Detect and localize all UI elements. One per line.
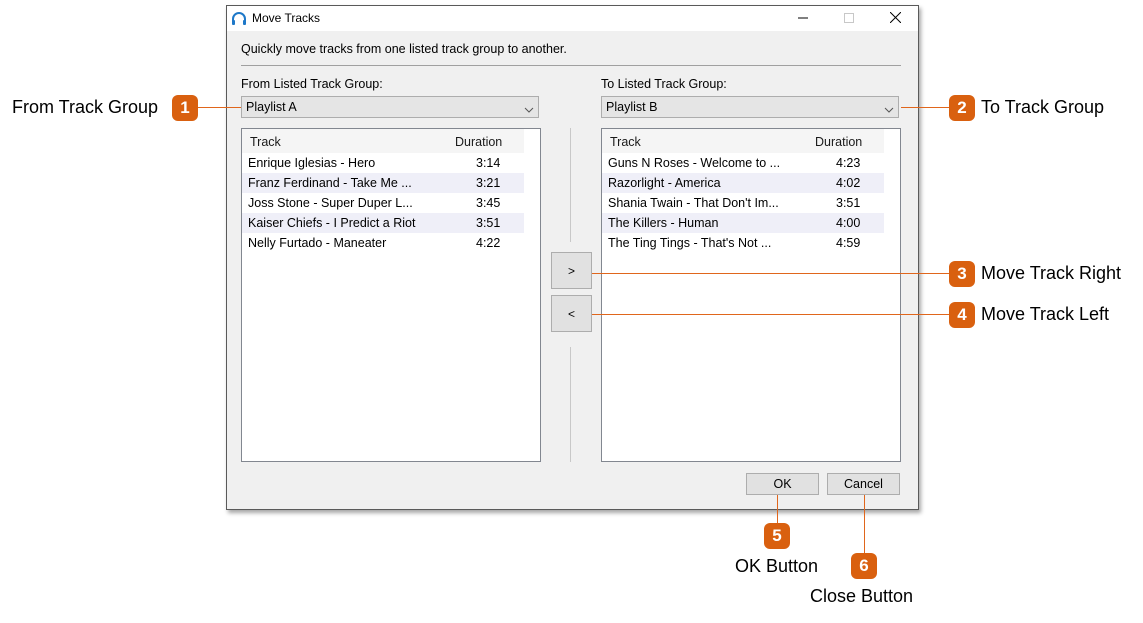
table-row[interactable]: The Killers - Human 4:00 [602, 213, 884, 233]
callout-label-ok-button: OK Button [735, 556, 819, 576]
callout-line-5 [777, 495, 778, 523]
table-row[interactable]: Nelly Furtado - Maneater 4:22 [242, 233, 524, 253]
divider-line [570, 128, 571, 242]
column-header-duration[interactable]: Duration [815, 135, 862, 149]
column-header-track[interactable]: Track [250, 135, 281, 149]
track-name: Kaiser Chiefs - I Predict a Riot [248, 216, 416, 230]
from-tracks-list[interactable]: Track Duration Enrique Iglesias - Hero 3… [241, 128, 541, 462]
chevron-down-icon [524, 102, 534, 113]
track-duration: 4:00 [836, 216, 861, 230]
callout-label-move-track-right: Move Track Right [981, 263, 1122, 283]
table-row[interactable]: Guns N Roses - Welcome to ... 4:23 [602, 153, 884, 173]
callout-badge-6: 6 [851, 553, 877, 579]
track-name: Nelly Furtado - Maneater [248, 236, 387, 250]
track-name: Franz Ferdinand - Take Me ... [248, 176, 412, 190]
column-header-track[interactable]: Track [610, 135, 641, 149]
callout-label-move-track-left: Move Track Left [981, 304, 1110, 324]
to-group-label: To Listed Track Group: [601, 77, 727, 91]
track-name: Joss Stone - Super Duper L... [248, 196, 413, 210]
title-bar[interactable]: Move Tracks [227, 6, 918, 31]
table-row[interactable]: Enrique Iglesias - Hero 3:14 [242, 153, 524, 173]
callout-badge-3: 3 [949, 261, 975, 287]
track-name: Shania Twain - That Don't Im... [608, 196, 779, 210]
callout-line-3 [592, 273, 949, 274]
callout-line-4 [592, 314, 949, 315]
track-name: The Ting Tings - That's Not ... [608, 236, 772, 250]
to-tracks-list[interactable]: Track Duration Guns N Roses - Welcome to… [601, 128, 901, 462]
callout-label-to-track-group: To Track Group [981, 97, 1105, 117]
track-name: Guns N Roses - Welcome to ... [608, 156, 781, 170]
maximize-button[interactable] [826, 6, 872, 31]
track-duration: 4:23 [836, 156, 861, 170]
from-group-label: From Listed Track Group: [241, 77, 383, 91]
column-header-duration[interactable]: Duration [455, 135, 502, 149]
maximize-icon [844, 10, 854, 28]
description-text: Quickly move tracks from one listed trac… [241, 42, 567, 56]
callout-line-6 [864, 495, 865, 553]
track-duration: 4:59 [836, 236, 861, 250]
callout-line-2 [901, 107, 949, 108]
callout-badge-2: 2 [949, 95, 975, 121]
list-header: Track Duration [242, 129, 524, 153]
headphones-icon [231, 11, 247, 27]
from-group-dropdown[interactable]: Playlist A [241, 96, 539, 118]
callout-badge-1: 1 [172, 95, 198, 121]
move-track-left-button[interactable]: < [551, 295, 592, 332]
callout-label-from-track-group: From Track Group [12, 97, 159, 117]
callout-badge-4: 4 [949, 302, 975, 328]
callout-badge-5: 5 [764, 523, 790, 549]
divider-line [570, 347, 571, 462]
track-name: Razorlight - America [608, 176, 721, 190]
callout-label-close-button: Close Button [810, 586, 914, 606]
from-group-selected: Playlist A [246, 100, 297, 114]
track-duration: 3:51 [836, 196, 861, 210]
callout-line-1 [198, 107, 241, 108]
table-row[interactable]: The Ting Tings - That's Not ... 4:59 [602, 233, 884, 253]
track-duration: 3:45 [476, 196, 501, 210]
track-duration: 4:02 [836, 176, 861, 190]
track-duration: 4:22 [476, 236, 501, 250]
move-tracks-dialog: Move Tracks Quickly move tracks from one… [226, 5, 919, 510]
minimize-button[interactable] [780, 6, 826, 31]
minimize-icon [798, 10, 808, 28]
to-group-dropdown[interactable]: Playlist B [601, 96, 899, 118]
track-duration: 3:51 [476, 216, 501, 230]
track-duration: 3:21 [476, 176, 501, 190]
close-icon [889, 10, 901, 28]
separator [241, 65, 901, 66]
close-button[interactable] [872, 6, 918, 31]
track-name: The Killers - Human [608, 216, 719, 230]
table-row[interactable]: Franz Ferdinand - Take Me ... 3:21 [242, 173, 524, 193]
window-title: Move Tracks [252, 11, 321, 25]
table-row[interactable]: Joss Stone - Super Duper L... 3:45 [242, 193, 524, 213]
ok-button[interactable]: OK [746, 473, 819, 495]
chevron-down-icon [884, 102, 894, 113]
track-duration: 3:14 [476, 156, 501, 170]
list-header: Track Duration [602, 129, 884, 153]
table-row[interactable]: Shania Twain - That Don't Im... 3:51 [602, 193, 884, 213]
move-track-right-button[interactable]: > [551, 252, 592, 289]
cancel-button[interactable]: Cancel [827, 473, 900, 495]
to-group-selected: Playlist B [606, 100, 658, 114]
track-name: Enrique Iglesias - Hero [248, 156, 376, 170]
table-row[interactable]: Kaiser Chiefs - I Predict a Riot 3:51 [242, 213, 524, 233]
table-row[interactable]: Razorlight - America 4:02 [602, 173, 884, 193]
